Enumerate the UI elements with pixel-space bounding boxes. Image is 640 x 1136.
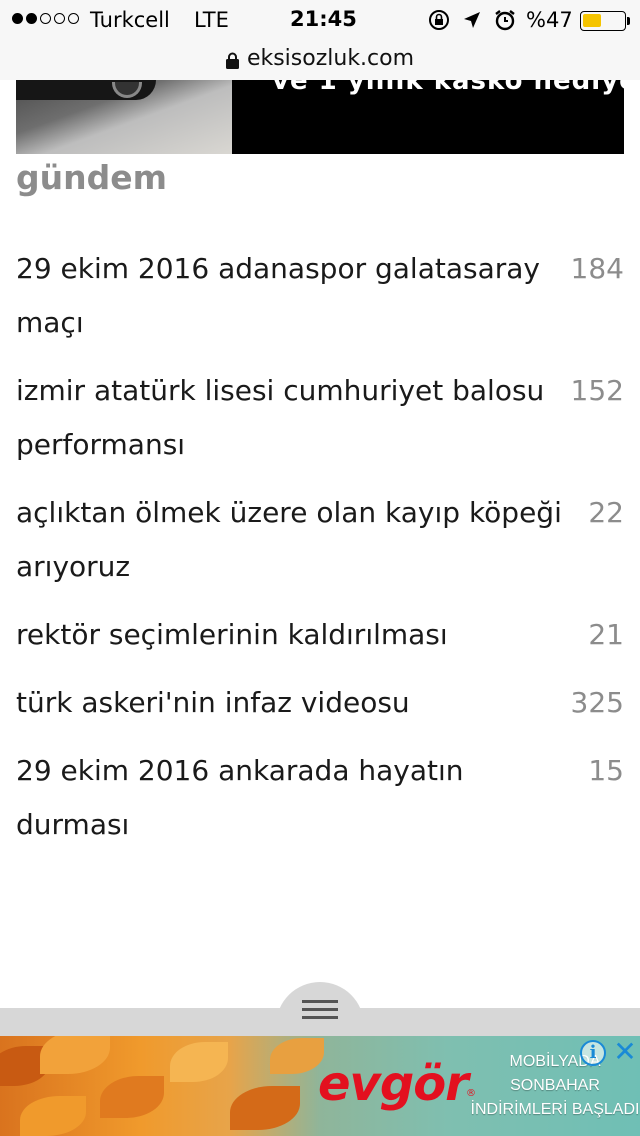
- autumn-leaf-decoration: [20, 1096, 86, 1136]
- signal-dot: [54, 13, 65, 24]
- battery-icon: [580, 11, 626, 31]
- bottom-banner-ad[interactable]: evgör ® MOBİLYADA SONBAHAR İNDİRİMLERİ B…: [0, 1036, 640, 1136]
- alarm-clock-icon: [494, 9, 516, 31]
- topic-entry-count: 325: [570, 686, 624, 719]
- ad-close-icon[interactable]: ✕: [612, 1038, 638, 1066]
- autumn-leaf-decoration: [230, 1086, 300, 1130]
- topic-title[interactable]: rektör seçimlerinin kaldırılması: [16, 608, 564, 662]
- battery-percent: %47: [526, 8, 573, 32]
- url-domain[interactable]: eksisozluk.com: [247, 46, 414, 71]
- top-banner-ad[interactable]: ve 1 yıllık kasko hediyesiyle.: [16, 80, 624, 154]
- signal-dot: [26, 13, 37, 24]
- orientation-lock-icon: [428, 9, 450, 31]
- menu-line: [302, 1000, 338, 1003]
- section-title: gündem: [16, 158, 167, 197]
- topic-entry-count: 152: [570, 374, 624, 407]
- ad-line: İNDİRİMLERİ BAŞLADI: [470, 1101, 640, 1118]
- topic-entry-count: 15: [588, 754, 624, 787]
- browser-top-bar: Turkcell LTE 21:45 %47 eksisozluk.com: [0, 0, 640, 80]
- autumn-leaf-decoration: [40, 1036, 110, 1074]
- autumn-leaf-decoration: [100, 1076, 164, 1118]
- signal-strength-icon: [12, 13, 79, 24]
- carrier-name: Turkcell: [90, 8, 170, 32]
- battery-nub: [627, 17, 630, 25]
- topic-entry-count: 21: [588, 618, 624, 651]
- banner-text: ve 1 yıllık kasko hediyesiyle.: [272, 80, 624, 96]
- topic-item[interactable]: 29 ekim 2016 ankarada hayatın durması 15: [16, 730, 624, 852]
- banner-car-image: [16, 80, 232, 154]
- url-bar[interactable]: eksisozluk.com: [0, 40, 640, 76]
- topic-title[interactable]: türk askeri'nin infaz videosu: [16, 676, 564, 730]
- topic-entry-count: 184: [570, 252, 624, 285]
- topic-item[interactable]: rektör seçimlerinin kaldırılması 21: [16, 594, 624, 662]
- topic-title[interactable]: 29 ekim 2016 ankarada hayatın durması: [16, 744, 564, 852]
- topic-item[interactable]: türk askeri'nin infaz videosu 325: [16, 662, 624, 730]
- hamburger-menu-icon[interactable]: [302, 1000, 338, 1020]
- status-icons: [428, 9, 516, 31]
- ad-line: SONBAHAR: [510, 1077, 600, 1094]
- signal-dot: [12, 13, 23, 24]
- topic-item[interactable]: 29 ekim 2016 adanaspor galatasaray maçı …: [16, 228, 624, 350]
- topic-list: 29 ekim 2016 adanaspor galatasaray maçı …: [16, 228, 624, 852]
- ad-brand-logo: evgör: [318, 1056, 469, 1112]
- topic-entry-count: 22: [588, 496, 624, 529]
- topic-title[interactable]: 29 ekim 2016 adanaspor galatasaray maçı: [16, 242, 564, 350]
- topic-title[interactable]: izmir atatürk lisesi cumhuriyet balosu p…: [16, 364, 564, 472]
- topic-item[interactable]: izmir atatürk lisesi cumhuriyet balosu p…: [16, 350, 624, 472]
- status-bar: Turkcell LTE 21:45 %47: [0, 0, 640, 40]
- ad-info-icon[interactable]: i: [580, 1040, 606, 1066]
- status-time: 21:45: [290, 7, 357, 31]
- autumn-leaf-decoration: [170, 1042, 228, 1082]
- signal-dot: [40, 13, 51, 24]
- menu-line: [302, 1016, 338, 1019]
- autumn-leaf-decoration: [270, 1038, 324, 1074]
- network-type: LTE: [194, 8, 229, 32]
- topic-title[interactable]: açlıktan ölmek üzere olan kayıp köpeği a…: [16, 486, 564, 594]
- battery-level-fill: [583, 14, 601, 27]
- lock-icon: [225, 50, 239, 69]
- signal-dot: [68, 13, 79, 24]
- topic-item[interactable]: açlıktan ölmek üzere olan kayıp köpeği a…: [16, 472, 624, 594]
- location-arrow-icon: [462, 10, 482, 30]
- menu-line: [302, 1008, 338, 1011]
